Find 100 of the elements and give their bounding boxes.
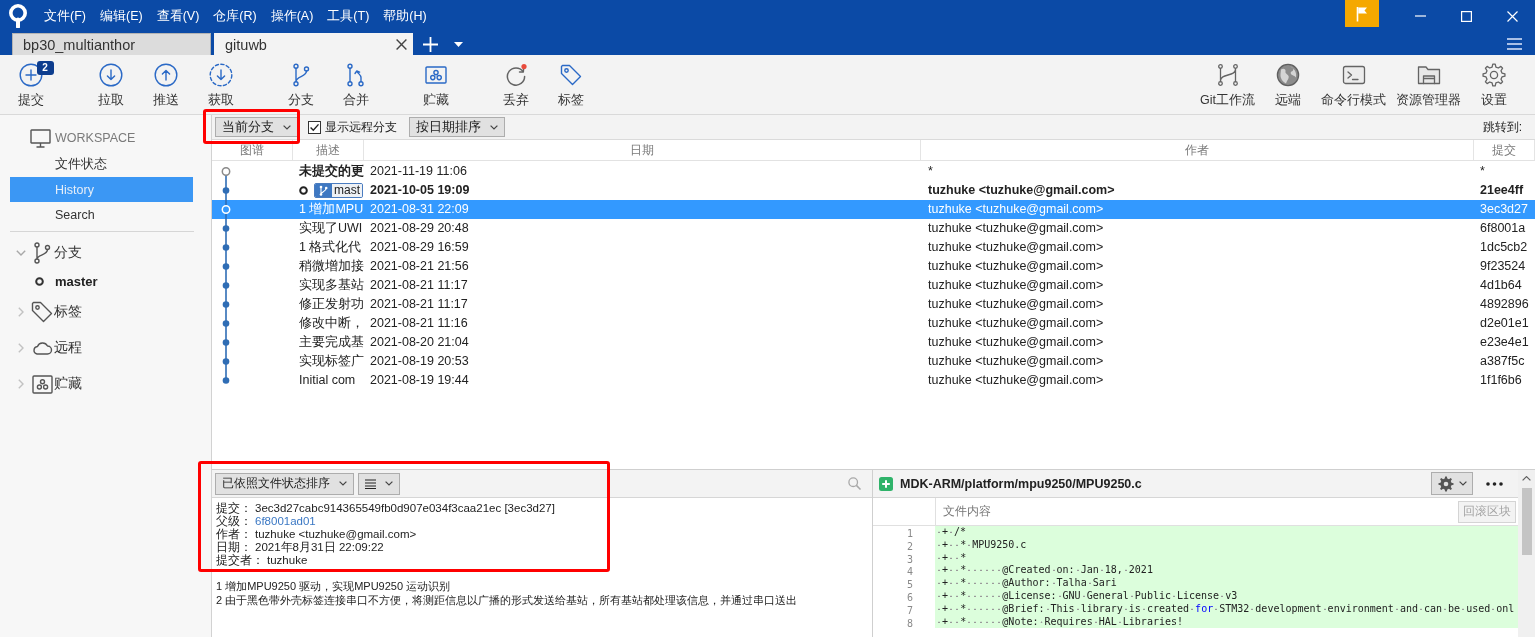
- commit-hash: 1dc5cb2: [1480, 240, 1528, 254]
- column-header[interactable]: 图谱: [240, 141, 264, 159]
- line-number: 8: [906, 617, 913, 629]
- group-label[interactable]: 远程: [54, 339, 82, 357]
- chevron-down-icon: [385, 481, 393, 486]
- nav-item[interactable]: Search: [10, 202, 193, 227]
- branch-filter-dropdown[interactable]: 当前分支: [215, 117, 298, 137]
- hunk-title: 文件内容: [943, 503, 991, 520]
- sort-dropdown[interactable]: 按日期排序: [409, 117, 505, 137]
- toolbar-button[interactable]: 推送: [138, 55, 193, 114]
- commit-row[interactable]: 实现了UWI 2021-08-29 20:48 tuzhuke <tuzhuke@gmail.com> 6f8001a: [212, 219, 1535, 238]
- menu-item[interactable]: 编辑(E): [92, 5, 150, 27]
- close-icon: [1506, 10, 1518, 22]
- plus-icon[interactable]: [423, 37, 438, 52]
- branch-tag[interactable]: mast: [314, 183, 363, 198]
- toolbar-button[interactable]: 贮藏: [408, 55, 463, 114]
- chevron-down-icon: [1458, 481, 1467, 486]
- commit-row[interactable]: Initial com 2021-08-19 19:44 tuzhuke <tuzhuke@gmail.com> 1f1f6b6: [212, 371, 1535, 390]
- toolbar-button[interactable]: 设置: [1466, 55, 1522, 114]
- toolbar-button[interactable]: 拉取: [83, 55, 138, 114]
- toolbar-button[interactable]: 远端: [1260, 55, 1316, 114]
- column-header[interactable]: 日期: [630, 141, 654, 159]
- commit-date: 2021-08-29 20:48: [370, 221, 469, 235]
- repo-tab[interactable]: gituwb: [214, 33, 413, 55]
- menu-item[interactable]: 帮助(H): [376, 5, 434, 27]
- commit-row[interactable]: 主要完成基 2021-08-20 21:04 tuzhuke <tuzhuke@gmail.com> e23e4e1: [212, 333, 1535, 352]
- commit-author: tuzhuke <tuzhuke@gmail.com>: [928, 202, 1104, 216]
- column-header[interactable]: 提交: [1492, 141, 1516, 159]
- commit-description: 主要完成基: [299, 334, 364, 351]
- checkbox-label[interactable]: 显示远程分支: [325, 119, 397, 135]
- commit-date: 2021-08-29 16:59: [370, 240, 469, 254]
- toolbar-button[interactable]: 丢弃: [488, 55, 543, 114]
- toolbar-button[interactable]: 分支: [273, 55, 328, 114]
- commit-hash: 6f8001a: [1480, 221, 1526, 235]
- repo-tab[interactable]: bp30_multianthor: [12, 33, 211, 55]
- commit-row[interactable]: 实现多基站 2021-08-21 11:17 tuzhuke <tuzhuke@gmail.com> 4d1b64: [212, 276, 1535, 295]
- branch-item[interactable]: master: [55, 273, 98, 289]
- commit-row[interactable]: 修改中断， 2021-08-21 11:16 tuzhuke <tuzhuke@gmail.com> d2e01e1: [212, 314, 1535, 333]
- group-label[interactable]: 分支: [54, 244, 82, 262]
- commit-author: tuzhuke <tuzhuke@gmail.com>: [928, 316, 1104, 330]
- menu-item[interactable]: 文件(F): [37, 5, 93, 27]
- commit-author: tuzhuke <tuzhuke@gmail.com>: [928, 183, 1115, 197]
- toolbar-button[interactable]: 命令行模式: [1316, 55, 1391, 114]
- list-icon: [365, 478, 376, 489]
- chevron-down-icon[interactable]: [16, 250, 26, 256]
- column-header[interactable]: 描述: [316, 141, 340, 159]
- commit-date: 2021-08-21 11:17: [370, 278, 468, 292]
- nav-item[interactable]: 文件状态: [10, 152, 193, 177]
- toolbar-button[interactable]: 2 提交: [3, 55, 58, 114]
- commit-row[interactable]: 1 格式化代 2021-08-29 16:59 tuzhuke <tuzhuke@gmail.com> 1dc5cb2: [212, 238, 1535, 257]
- menu-item[interactable]: 操作(A): [263, 5, 321, 27]
- parent-link[interactable]: 6f8001ad01: [255, 515, 316, 528]
- dashed-arrow-down-icon: [208, 63, 233, 87]
- jump-to-label: 跳转到:: [1482, 118, 1522, 136]
- commit-row[interactable]: 实现标签广 2021-08-19 20:53 tuzhuke <tuzhuke@gmail.com> a387f5c: [212, 352, 1535, 371]
- line-number: 3: [906, 553, 913, 565]
- toolbar-button[interactable]: Git工作流: [1195, 55, 1260, 114]
- detail-value: 3ec3d27cabc914365549fb0d907e034f3caa21ec [3ec3d27]: [255, 502, 555, 515]
- minimize-icon: [1414, 15, 1426, 17]
- group-label[interactable]: 贮藏: [54, 375, 82, 393]
- maximize-icon: [1460, 10, 1472, 22]
- view-mode-dropdown[interactable]: [358, 472, 400, 495]
- menu-item[interactable]: 工具(T): [320, 5, 377, 27]
- file-sort-dropdown[interactable]: 已依照文件状态排序: [215, 472, 354, 495]
- options-dropdown[interactable]: [1431, 472, 1473, 495]
- commit-description: 实现标签广: [299, 353, 364, 370]
- toolbar-button[interactable]: 资源管理器: [1391, 55, 1466, 114]
- toolbar-button[interactable]: 获取: [193, 55, 248, 114]
- terminal-icon: [1341, 63, 1366, 87]
- logo-icon: [8, 4, 28, 28]
- commit-date: 2021-08-31 22:09: [370, 202, 469, 216]
- commit-row[interactable]: 稍微增加接 2021-08-21 21:56 tuzhuke <tuzhuke@gmail.com> 9f23524: [212, 257, 1535, 276]
- commit-author: *: [928, 164, 933, 178]
- caret-down-icon[interactable]: [454, 42, 463, 47]
- flag-button[interactable]: [1345, 0, 1379, 27]
- commit-date: 2021-11-19 11:06: [370, 164, 467, 178]
- more-button[interactable]: [1486, 481, 1503, 486]
- commit-author: tuzhuke <tuzhuke@gmail.com>: [928, 278, 1104, 292]
- commit-row[interactable]: 修正发射功 2021-08-21 11:17 tuzhuke <tuzhuke@gmail.com> 4892896: [212, 295, 1535, 314]
- commit-row[interactable]: 未提交的更 2021-11-19 11:06 * *: [212, 162, 1535, 181]
- menu-icon[interactable]: [1507, 37, 1522, 50]
- commit-hash: e23e4e1: [1480, 335, 1529, 349]
- commit-hash: 9f23524: [1480, 259, 1526, 273]
- menu-item[interactable]: 查看(V): [149, 5, 207, 27]
- column-header[interactable]: 作者: [1185, 141, 1209, 159]
- search-icon[interactable]: [848, 477, 861, 490]
- commit-description: Initial com: [299, 372, 356, 389]
- scrollbar-thumb[interactable]: [1521, 488, 1532, 555]
- scrollbar-track[interactable]: [1518, 470, 1535, 637]
- group-label[interactable]: 标签: [54, 303, 82, 321]
- line-number: 5: [906, 579, 913, 591]
- commit-author: tuzhuke <tuzhuke@gmail.com>: [928, 335, 1104, 349]
- menu-item[interactable]: 仓库(R): [206, 5, 264, 27]
- close-icon[interactable]: [396, 39, 407, 50]
- commit-author: tuzhuke <tuzhuke@gmail.com>: [928, 297, 1104, 311]
- checkbox[interactable]: [308, 120, 321, 134]
- toolbar-button[interactable]: 合并: [328, 55, 383, 114]
- toolbar-button[interactable]: 标签: [543, 55, 598, 114]
- commit-author: tuzhuke <tuzhuke@gmail.com>: [928, 373, 1104, 387]
- monitor-icon: [30, 128, 51, 148]
